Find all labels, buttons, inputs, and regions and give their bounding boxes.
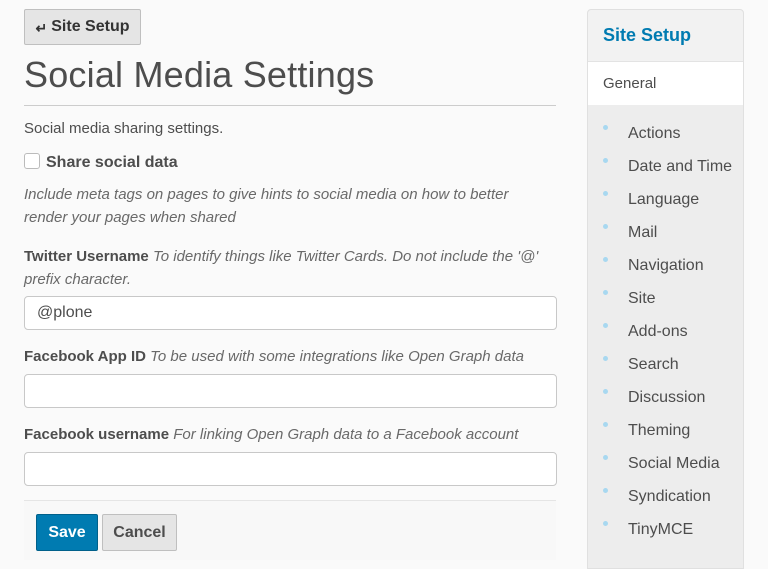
sidebar-item-add-ons[interactable]: Add-ons xyxy=(588,315,743,348)
sidebar-item-label: Navigation xyxy=(628,256,704,274)
cancel-button[interactable]: Cancel xyxy=(102,514,177,551)
title-divider xyxy=(24,105,556,106)
twitter-username-label: Twitter Username To identify things like… xyxy=(24,245,554,291)
bullet-icon xyxy=(603,257,608,262)
bullet-icon xyxy=(603,389,608,394)
sidebar-item-label: Mail xyxy=(628,223,658,241)
page-description: Social media sharing settings. xyxy=(24,120,224,137)
sidebar-item-social-media[interactable]: Social Media xyxy=(588,447,743,480)
share-social-data-label[interactable]: Share social data xyxy=(46,154,178,172)
sidebar-item-mail[interactable]: Mail xyxy=(588,216,743,249)
back-button-label: Site Setup xyxy=(51,18,130,35)
sidebar-item-label: Actions xyxy=(628,124,681,142)
sidebar-item-discussion[interactable]: Discussion xyxy=(588,381,743,414)
facebook-username-label: Facebook username For linking Open Graph… xyxy=(24,423,554,446)
share-social-data-field: Share social data xyxy=(24,153,178,172)
sidebar-list: Actions Date and Time Language Mail Navi… xyxy=(588,105,743,546)
sidebar-item-theming[interactable]: Theming xyxy=(588,414,743,447)
sidebar-item-syndication[interactable]: Syndication xyxy=(588,480,743,513)
bullet-icon xyxy=(603,488,608,493)
facebook-app-id-label: Facebook App ID To be used with some int… xyxy=(24,345,554,368)
sidebar-title[interactable]: Site Setup xyxy=(588,10,743,62)
sidebar-item-label: Date and Time xyxy=(628,157,733,175)
sidebar-item-label: TinyMCE xyxy=(628,520,694,538)
sidebar-item-date-and-time[interactable]: Date and Time xyxy=(588,150,743,183)
bullet-icon xyxy=(603,323,608,328)
sidebar-item-actions[interactable]: Actions xyxy=(588,117,743,150)
sidebar-item-label: Syndication xyxy=(628,487,711,505)
bullet-icon xyxy=(603,224,608,229)
bullet-icon xyxy=(603,191,608,196)
facebook-app-id-help: To be used with some integrations like O… xyxy=(150,348,524,365)
bullet-icon xyxy=(603,125,608,130)
sidebar-item-label: Add-ons xyxy=(628,322,688,340)
bullet-icon xyxy=(603,521,608,526)
share-social-data-checkbox[interactable] xyxy=(24,153,40,169)
facebook-username-label-text: Facebook username xyxy=(24,426,170,443)
sidebar-item-label: Language xyxy=(628,190,700,208)
facebook-username-input[interactable] xyxy=(24,452,557,486)
share-social-data-help: Include meta tags on pages to give hints… xyxy=(24,186,509,226)
bullet-icon xyxy=(603,290,608,295)
bullet-icon xyxy=(603,455,608,460)
bullet-icon xyxy=(603,158,608,163)
facebook-app-id-input[interactable] xyxy=(24,374,557,408)
sidebar-item-general[interactable]: General xyxy=(588,62,743,105)
sidebar-item-navigation[interactable]: Navigation xyxy=(588,249,743,282)
facebook-username-help: For linking Open Graph data to a Faceboo… xyxy=(173,426,519,443)
bullet-icon xyxy=(603,422,608,427)
save-button[interactable]: Save xyxy=(36,514,98,551)
sidebar-item-label: Social Media xyxy=(628,454,720,472)
sidebar-item-label: Site xyxy=(628,289,656,307)
page-title: Social Media Settings xyxy=(24,54,375,95)
sidebar-item-label: Theming xyxy=(628,421,691,439)
sidebar-item-language[interactable]: Language xyxy=(588,183,743,216)
return-arrow-icon: ↵ xyxy=(35,20,48,36)
sidebar-item-site[interactable]: Site xyxy=(588,282,743,315)
sidebar-item-search[interactable]: Search xyxy=(588,348,743,381)
sidebar-item-label: Discussion xyxy=(628,388,706,406)
twitter-username-input[interactable] xyxy=(24,296,557,330)
site-setup-sidebar: Site Setup General Actions Date and Time… xyxy=(587,9,744,569)
facebook-app-id-label-text: Facebook App ID xyxy=(24,348,146,365)
sidebar-item-label: Search xyxy=(628,355,679,373)
bullet-icon xyxy=(603,356,608,361)
sidebar-item-tinymce[interactable]: TinyMCE xyxy=(588,513,743,546)
twitter-username-label-text: Twitter Username xyxy=(24,248,149,265)
back-to-site-setup-button[interactable]: ↵ Site Setup xyxy=(24,9,141,45)
